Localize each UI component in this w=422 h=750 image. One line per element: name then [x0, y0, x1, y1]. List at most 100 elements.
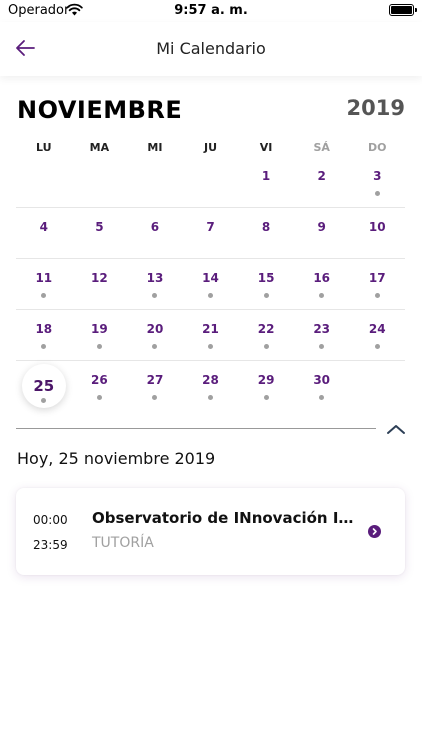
status-bar: Operador 9:57 a. m.	[0, 0, 422, 22]
day-number: 28	[202, 373, 219, 387]
event-indicator-dot	[319, 344, 325, 349]
day-number: 29	[257, 373, 275, 387]
clock: 9:57 a. m.	[174, 3, 248, 18]
calendar-day-15[interactable]: 15	[238, 259, 294, 309]
calendar-day-11[interactable]: 11	[16, 259, 72, 309]
calendar-day-5[interactable]: 5	[72, 208, 128, 258]
calendar-day-19[interactable]: 19	[72, 310, 128, 360]
day-number: 4	[39, 220, 48, 234]
event-indicator-dot	[374, 293, 380, 298]
day-number: 13	[146, 271, 164, 285]
day-number: 18	[35, 322, 53, 336]
calendar-week: 11 12 13 14 15 16 17	[16, 259, 405, 310]
event-title: Observatorio de INnovación INt...	[92, 509, 360, 527]
day-number: 1	[261, 169, 271, 183]
calendar-day-4[interactable]: 4	[16, 208, 72, 258]
event-indicator-dot	[208, 293, 214, 298]
calendar-day-27[interactable]: 27	[127, 361, 183, 412]
page-title: Mi Calendario	[156, 39, 266, 58]
event-indicator-dot	[96, 395, 102, 400]
event-indicator-dot	[319, 395, 325, 400]
calendar-day-30[interactable]: 30	[294, 361, 350, 412]
day-number: 22	[257, 322, 275, 336]
calendar-day-10[interactable]: 10	[349, 208, 405, 258]
day-number: 3	[373, 169, 382, 183]
calendar-day-2[interactable]: 2	[294, 157, 350, 207]
event-indicator-dot	[374, 191, 380, 196]
month-label: NOVIEMBRE	[17, 96, 183, 124]
calendar-day-9[interactable]: 9	[294, 208, 350, 258]
empty-day-cell	[183, 157, 239, 207]
calendar-day-1[interactable]: 1	[238, 157, 294, 207]
event-indicator-dot	[41, 293, 47, 298]
calendar-divider	[16, 428, 376, 429]
weekday-label: MA	[89, 141, 110, 154]
event-indicator-dot	[152, 293, 158, 298]
event-indicator-dot	[374, 344, 380, 349]
calendar-day-26[interactable]: 26	[72, 361, 128, 412]
day-number: 7	[206, 220, 215, 234]
chevron-right-circle-icon[interactable]	[368, 525, 381, 538]
calendar-day-16[interactable]: 16	[294, 259, 350, 309]
event-indicator-dot	[41, 344, 47, 349]
event-indicator-dot	[263, 344, 269, 349]
calendar-day-29[interactable]: 29	[238, 361, 294, 412]
empty-day-cell	[127, 157, 183, 207]
calendar-day-25[interactable]: 25	[16, 361, 72, 412]
weekday-label: SÁ	[313, 141, 330, 154]
day-number: 23	[313, 322, 331, 336]
chevron-up-icon	[387, 425, 405, 434]
event-end-time: 23:59	[33, 538, 68, 552]
weekday-label: DO	[368, 141, 387, 154]
day-number: 26	[91, 373, 108, 387]
day-number: 15	[257, 271, 275, 285]
day-number: 17	[368, 271, 386, 285]
event-start-time: 00:00	[33, 513, 68, 527]
event-indicator-dot	[208, 344, 214, 349]
day-number: 16	[313, 271, 331, 285]
selected-day-label: Hoy, 25 noviembre 2019	[17, 449, 216, 468]
event-type: TUTORÍA	[92, 535, 154, 551]
event-indicator-dot	[263, 395, 269, 400]
calendar-day-7[interactable]: 7	[183, 208, 239, 258]
event-indicator-dot	[152, 344, 158, 349]
day-number: 27	[146, 373, 164, 387]
collapse-calendar-button[interactable]	[386, 422, 406, 436]
day-number: 9	[317, 220, 326, 234]
weekday-label: VI	[259, 141, 273, 154]
empty-day-cell	[16, 157, 72, 207]
calendar-day-13[interactable]: 13	[127, 259, 183, 309]
calendar-day-24[interactable]: 24	[349, 310, 405, 360]
calendar-day-17[interactable]: 17	[349, 259, 405, 309]
day-number: 24	[368, 322, 386, 336]
calendar-week: 25 26 27 28 29 30	[16, 361, 405, 412]
weekday-label: LU	[36, 141, 52, 154]
nav-bar: Mi Calendario	[0, 22, 422, 76]
day-number: 19	[91, 322, 108, 336]
weekday-label: JU	[204, 141, 218, 154]
day-number: 11	[35, 271, 53, 285]
calendar-day-22[interactable]: 22	[238, 310, 294, 360]
battery-icon	[389, 4, 417, 16]
calendar-day-6[interactable]: 6	[127, 208, 183, 258]
calendar-day-3[interactable]: 3	[349, 157, 405, 207]
empty-day-cell	[349, 361, 405, 412]
event-indicator-dot	[263, 293, 269, 298]
day-number: 30	[313, 373, 331, 387]
day-number: 25	[33, 377, 55, 395]
event-card[interactable]: 00:00 23:59 Observatorio de INnovación I…	[16, 488, 405, 575]
year-label: 2019	[346, 96, 405, 120]
weekday-header: LU MA MI JU VI SÁ DO	[16, 141, 405, 155]
day-number: 2	[317, 169, 326, 183]
calendar-day-23[interactable]: 23	[294, 310, 350, 360]
event-indicator-dot	[208, 395, 214, 400]
calendar-day-21[interactable]: 21	[183, 310, 239, 360]
calendar-day-8[interactable]: 8	[238, 208, 294, 258]
calendar-day-12[interactable]: 12	[72, 259, 128, 309]
calendar-day-20[interactable]: 20	[127, 310, 183, 360]
calendar-day-18[interactable]: 18	[16, 310, 72, 360]
calendar-day-14[interactable]: 14	[183, 259, 239, 309]
calendar-day-28[interactable]: 28	[183, 361, 239, 412]
calendar-week: 1 2 3	[16, 157, 405, 208]
day-number: 5	[95, 220, 104, 234]
